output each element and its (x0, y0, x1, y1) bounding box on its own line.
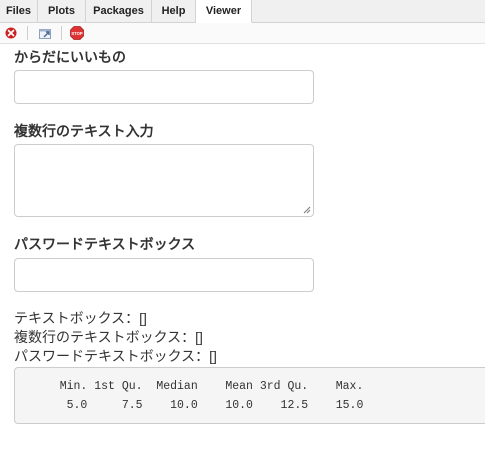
summary-header-row: Min. 1st Qu. Median Mean 3rd Qu. Max. (39, 380, 371, 393)
tab-viewer[interactable]: Viewer (196, 0, 252, 23)
text-input-label: からだにいいもの (14, 49, 126, 65)
remove-viewer-button[interactable] (3, 25, 19, 41)
textarea-label: 複数行のテキスト入力 (14, 123, 154, 139)
stop-icon: STOP (70, 26, 84, 40)
tab-plots[interactable]: Plots (38, 0, 86, 22)
viewer-content: からだにいいもの 複数行のテキスト入力 パスワードテキストボックス テキストボッ… (0, 44, 485, 457)
remove-viewer-icon (5, 27, 17, 39)
toolbar-separator (61, 26, 62, 40)
tab-packages[interactable]: Packages (86, 0, 152, 22)
resize-grip-icon[interactable] (303, 206, 311, 214)
textarea-output: 複数行のテキストボックス：[] (14, 329, 203, 345)
stop-icon-label: STOP (71, 31, 83, 36)
pane-tab-bar: Files Plots Packages Help Viewer (0, 0, 485, 23)
text-input[interactable] (14, 70, 314, 104)
summary-output: Min. 1st Qu. Median Mean 3rd Qu. Max. 5.… (14, 367, 485, 424)
password-input-label: パスワードテキストボックス (14, 236, 196, 252)
summary-values-row: 5.0 7.5 10.0 10.0 12.5 15.0 (39, 399, 371, 412)
password-output: パスワードテキストボックス：[] (14, 348, 217, 364)
stop-button[interactable]: STOP (69, 25, 85, 41)
show-in-new-window-icon (39, 29, 51, 39)
tab-help[interactable]: Help (152, 0, 196, 22)
show-in-new-window-button[interactable] (37, 25, 53, 41)
password-input[interactable] (14, 258, 314, 292)
textarea-input[interactable] (14, 144, 314, 217)
text-output: テキストボックス：[] (14, 310, 147, 326)
toolbar-separator (27, 26, 28, 40)
tab-files[interactable]: Files (0, 0, 38, 22)
viewer-toolbar: STOP (0, 23, 485, 44)
